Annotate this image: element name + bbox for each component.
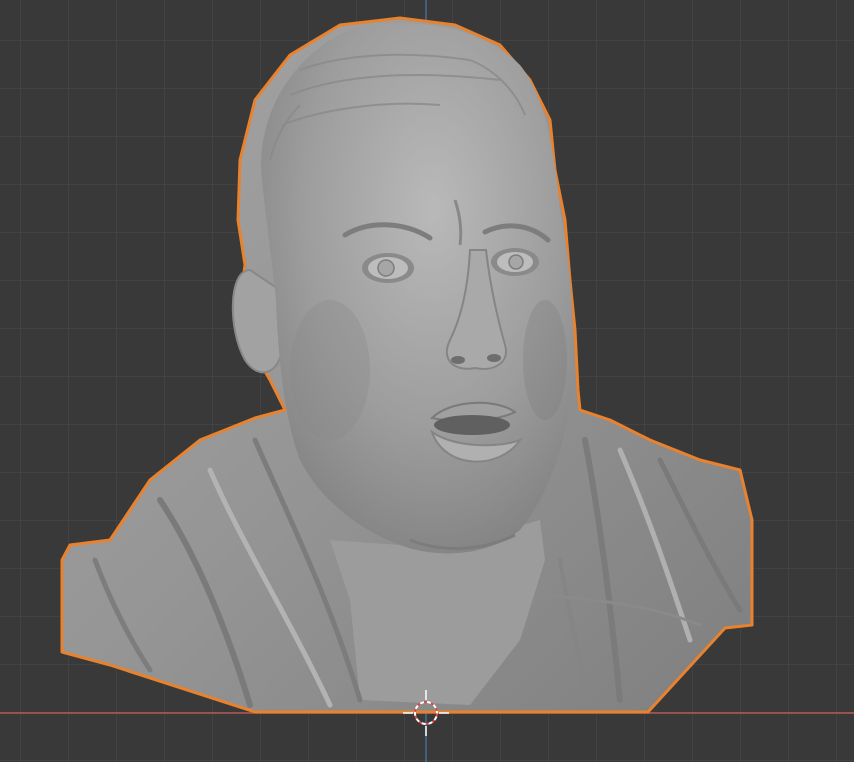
cheek-shadow (523, 300, 567, 420)
mouth-opening (434, 415, 510, 435)
3d-viewport[interactable] (0, 0, 854, 762)
right-eye (491, 248, 539, 276)
nostril (451, 356, 465, 364)
nostril (487, 354, 501, 362)
left-eye (362, 253, 414, 283)
viewport-canvas[interactable] (0, 0, 854, 762)
cheek-shadow (290, 300, 370, 440)
